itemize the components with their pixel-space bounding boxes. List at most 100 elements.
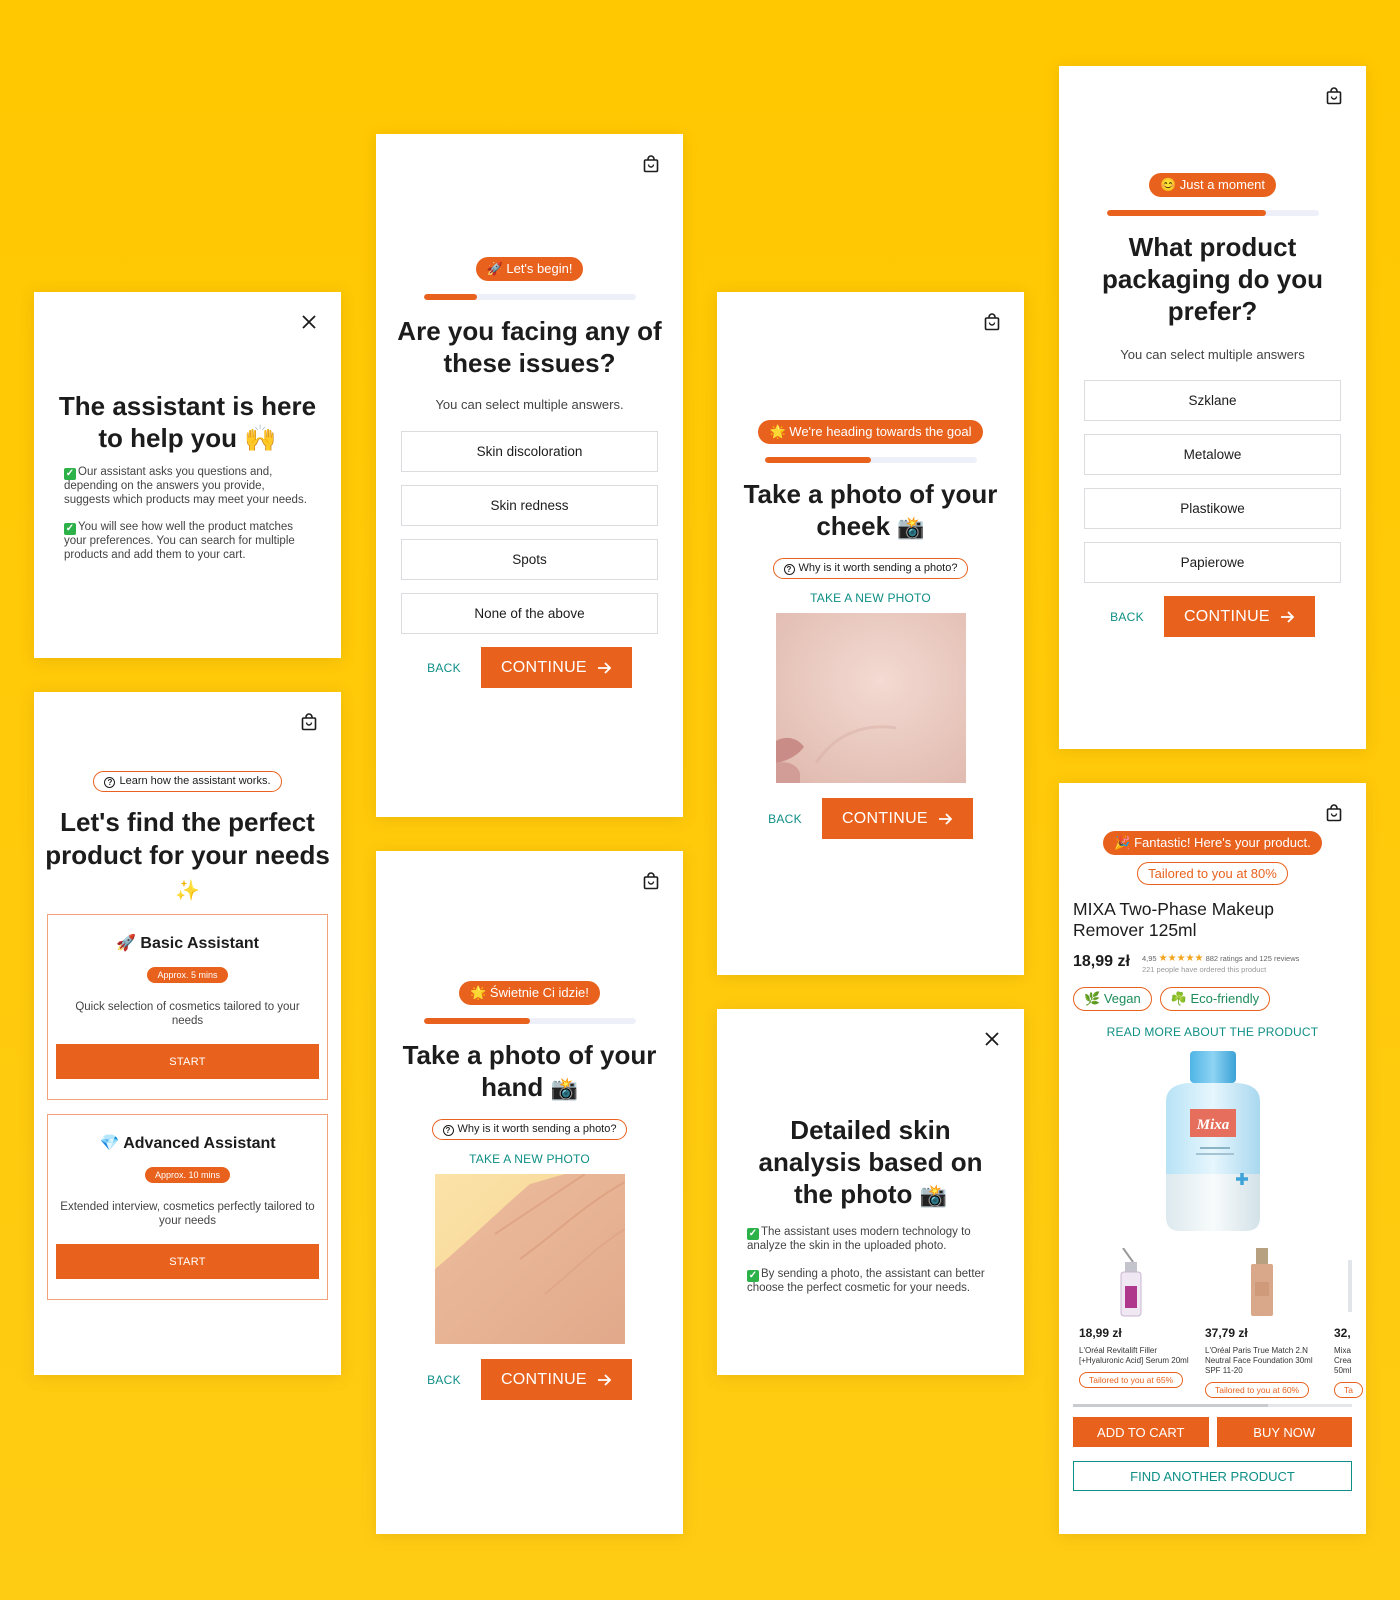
back-button[interactable]: BACK <box>427 661 461 675</box>
analysis-bullet: ✓ The assistant uses modern technology to… <box>747 1226 971 1252</box>
assistant-description: Extended interview, cosmetics perfectly … <box>60 1201 315 1227</box>
advanced-assistant-box[interactable]: 💎 Advanced Assistant Approx. 10 mins Ext… <box>47 1114 328 1300</box>
time-badge: Approx. 5 mins <box>147 967 228 983</box>
check-icon: ✓ <box>747 1269 759 1282</box>
option-paper[interactable]: Papierowe <box>1084 542 1341 583</box>
analysis-title: Detailed skin analysis based on the phot… <box>758 1115 983 1209</box>
bottle-brand: Mixa <box>1195 1117 1229 1133</box>
arrow-right-icon <box>938 812 953 825</box>
assistant-description: Quick selection of cosmetics tailored to… <box>75 1001 300 1027</box>
read-more-link[interactable]: READ MORE ABOUT THE PRODUCT <box>1059 1025 1366 1039</box>
foundation-image <box>1251 1248 1273 1316</box>
shopping-bag-icon[interactable] <box>1324 803 1344 823</box>
add-to-cart-button[interactable]: ADD TO CART <box>1073 1417 1209 1447</box>
buy-now-button[interactable]: BUY NOW <box>1216 1417 1352 1447</box>
match-pill: Tailored to you at 65% <box>1079 1372 1184 1388</box>
intro-title: The assistant is here to help you 🙌 <box>58 391 317 453</box>
arrow-right-icon <box>597 661 612 674</box>
packaging-screen: 😊 Just a moment What product packaging d… <box>1059 66 1366 749</box>
progress-fill <box>423 1018 530 1024</box>
step-badge: 🚀 Let's begin! <box>475 257 584 281</box>
product-card[interactable]: 32, Mixa Crea 50ml Ta <box>1334 1248 1366 1398</box>
step-badge: 🌟 Świetnie Ci idzie! <box>459 981 600 1005</box>
hand-photo-screen: 🌟 Świetnie Ci idzie! Take a photo of you… <box>376 851 683 1534</box>
cheek-photo-screen: 🌟 We're heading towards the goal Take a … <box>717 292 1024 975</box>
option-none[interactable]: None of the above <box>401 593 658 634</box>
hand-title: Take a photo of your hand 📸 <box>402 1040 657 1102</box>
time-badge: Approx. 10 mins <box>144 1167 231 1183</box>
hand-photo <box>434 1174 625 1344</box>
advanced-assistant-title: 💎 Advanced Assistant <box>99 1135 276 1152</box>
carousel-scrollbar[interactable] <box>1073 1404 1352 1407</box>
analysis-bullet: ✓ By sending a photo, the assistant can b… <box>747 1267 985 1294</box>
take-new-photo-link[interactable]: TAKE A NEW PHOTO <box>376 1152 683 1166</box>
why-photo-pill[interactable]: ? Why is it worth sending a photo? <box>772 558 969 579</box>
issues-screen: 🚀 Let's begin! Are you facing any of the… <box>376 134 683 817</box>
option-plastic[interactable]: Plastikowe <box>1084 488 1341 529</box>
check-icon: ✓ <box>64 523 76 535</box>
start-advanced-button[interactable]: START <box>56 1244 319 1279</box>
why-photo-pill[interactable]: ? Why is it worth sending a photo? <box>431 1119 628 1140</box>
match-pill: Ta <box>1334 1382 1363 1398</box>
product-price: 18,99 zł <box>1073 953 1130 970</box>
arrow-right-icon <box>597 1373 612 1386</box>
find-another-button[interactable]: FIND ANOTHER PRODUCT <box>1073 1461 1352 1491</box>
basic-assistant-title: 🚀 Basic Assistant <box>116 935 259 952</box>
check-icon: ✓ <box>64 468 76 480</box>
cream-image <box>1348 1260 1352 1312</box>
option-spots[interactable]: Spots <box>401 539 658 580</box>
progress-bar <box>764 457 977 463</box>
continue-button[interactable]: CONTINUE <box>480 1359 632 1400</box>
option-glass[interactable]: Szklane <box>1084 380 1341 421</box>
progress-bar <box>423 1018 636 1024</box>
learn-how-pill[interactable]: ? Learn how the assistant works. <box>93 771 282 792</box>
cheek-photo <box>775 613 966 783</box>
basic-assistant-box[interactable]: 🚀 Basic Assistant Approx. 5 mins Quick s… <box>47 914 328 1100</box>
choose-title: Let's find the perfect product for your … <box>45 807 330 902</box>
rating-row: 4,95 ★★★★★ 882 ratings and 125 reviews <box>1141 953 1300 964</box>
back-button[interactable]: BACK <box>427 1373 461 1387</box>
step-badge: 🌟 We're heading towards the goal <box>758 420 983 444</box>
product-price: 18,99 zł <box>1079 1326 1122 1340</box>
shopping-bag-icon[interactable] <box>1324 86 1344 106</box>
match-pill: Tailored to you at 60% <box>1205 1382 1310 1398</box>
continue-button[interactable]: CONTINUE <box>480 647 632 688</box>
tag-vegan: 🌿 Vegan <box>1073 987 1152 1011</box>
shopping-bag-icon[interactable] <box>641 871 661 891</box>
option-skin-discoloration[interactable]: Skin discoloration <box>401 431 658 472</box>
intro-screen: The assistant is here to help you 🙌 ✓ Our… <box>34 292 341 658</box>
product-name: Mixa Crea 50ml <box>1334 1346 1352 1375</box>
product-image: Mixa <box>1165 1051 1260 1231</box>
product-card[interactable]: 37,79 zł L'Oréal Paris True Match 2.N Ne… <box>1205 1248 1320 1398</box>
cheek-title: Take a photo of your cheek 📸 <box>743 479 998 541</box>
match-pill: Tailored to you at 80% <box>1137 862 1288 885</box>
back-button[interactable]: BACK <box>1110 610 1144 624</box>
intro-bullet: ✓ Our assistant asks you questions and, d… <box>64 466 307 506</box>
step-badge: 😊 Just a moment <box>1148 173 1277 197</box>
result-badge: 🎉 Fantastic! Here's your product. <box>1103 831 1322 855</box>
back-button[interactable]: BACK <box>768 812 802 826</box>
tag-eco-friendly: ☘️ Eco-friendly <box>1159 987 1271 1011</box>
skin-analysis-screen: Detailed skin analysis based on the phot… <box>717 1009 1024 1375</box>
close-icon[interactable] <box>299 312 319 332</box>
packaging-title: What product packaging do you prefer? <box>1101 232 1324 326</box>
continue-button[interactable]: CONTINUE <box>821 798 973 839</box>
product-name: L'Oréal Paris True Match 2.N Neutral Fac… <box>1205 1346 1313 1375</box>
shopping-bag-icon[interactable] <box>299 712 319 732</box>
progress-fill <box>1106 210 1266 216</box>
shopping-bag-icon[interactable] <box>641 154 661 174</box>
progress-bar <box>1106 210 1319 216</box>
product-name: L'Oréal Revitalift Filler [+Hyaluronic A… <box>1079 1346 1189 1365</box>
issues-title: Are you facing any of these issues? <box>397 316 662 378</box>
ordered-count: 221 people have ordered this product <box>1141 965 1267 974</box>
take-new-photo-link[interactable]: TAKE A NEW PHOTO <box>717 591 1024 605</box>
product-card[interactable]: 18,99 zł L'Oréal Revitalift Filler [+Hya… <box>1079 1248 1194 1388</box>
continue-button[interactable]: CONTINUE <box>1163 596 1315 637</box>
option-metal[interactable]: Metalowe <box>1084 434 1341 475</box>
close-icon[interactable] <box>982 1029 1002 1049</box>
shopping-bag-icon[interactable] <box>982 312 1002 332</box>
check-icon: ✓ <box>747 1228 759 1240</box>
start-basic-button[interactable]: START <box>56 1044 319 1079</box>
option-skin-redness[interactable]: Skin redness <box>401 485 658 526</box>
progress-fill <box>764 457 871 463</box>
